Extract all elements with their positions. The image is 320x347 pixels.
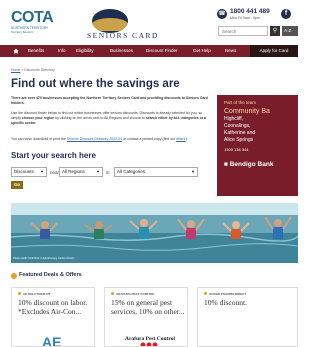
star-icon [11, 273, 17, 279]
chevron-down-icon: ▼ [96, 168, 100, 176]
phone-hours: Mon-Fri 9am - 5pm [230, 16, 260, 20]
in-label: in [106, 170, 110, 175]
deal-business-name: AUSSIE PHARMA DIRECT [204, 292, 246, 296]
breadcrumb-current: Discounts Directory [24, 68, 54, 72]
featured-title: Featured Deals & Offers [19, 272, 82, 278]
seniors-card-logo[interactable] [92, 9, 128, 33]
search-icon: ⚲ [273, 28, 277, 34]
ad-pretitle: Part of the team [224, 100, 256, 105]
cota-logo[interactable]: COTA NORTHERN TERRITORY Territory Senior… [11, 10, 59, 40]
nav-item-businesses[interactable]: Businesses [110, 45, 133, 57]
svg-text:AE: AE [42, 334, 61, 347]
cota-logo-text: COTA [11, 10, 59, 26]
ad-title: Community Ba [224, 108, 270, 115]
az-button[interactable]: A-Z [282, 26, 298, 36]
facebook-icon[interactable]: f [281, 9, 291, 19]
deal-card[interactable]: AE SOLUTIONS NT 10% discount on labor. *… [11, 287, 95, 347]
search-input[interactable] [218, 26, 268, 36]
ad-towns: Highcliff, Coonalings, Katherine and Ali… [224, 116, 255, 144]
directory-link[interactable]: Seniors Discount Directory 2022-23 [67, 137, 122, 141]
deal-card[interactable]: ARAFURA PEST CONTROL 15% on general pest… [104, 287, 188, 347]
main-nav: Benefits Info Eligibility Businesses Dis… [0, 45, 298, 57]
hero-caption: Photo credit: Vicki Rick / Hydrotherapy … [13, 257, 75, 260]
phone-icon: ☎ [217, 9, 227, 19]
home-icon[interactable] [13, 48, 19, 54]
nav-item-info[interactable]: Info [58, 45, 66, 57]
ad-phone: 1300 136 344 [224, 147, 248, 152]
bendigo-bank-ad[interactable]: Part of the team Community Ba Highcliff,… [217, 95, 298, 196]
deal-description: 15% on general pest services, 10% on oth… [111, 298, 187, 316]
search-section-title: Start your search here [11, 151, 96, 160]
deal-description: 10% discount on labor. *Excludes Air-Con… [18, 298, 94, 316]
svg-text:Arafura Pest Control: Arafura Pest Control [125, 336, 175, 342]
intro-text: There are over 470 businesses accepting … [11, 96, 213, 106]
arafura-pest-control-logo: Arafura Pest Control [105, 326, 188, 347]
nav-item-get-help[interactable]: Get Help [193, 45, 211, 57]
ae-solutions-logo: AE [12, 326, 95, 347]
nav-item-eligibility[interactable]: Eligibility [76, 45, 94, 57]
site-header: COTA NORTHERN TERRITORY Territory Senior… [0, 0, 298, 45]
deal-card[interactable]: AUSSIE PHARMA DIRECT 10% discount. [197, 287, 298, 347]
nav-item-benefits[interactable]: Benefits [28, 45, 44, 57]
breadcrumb: Home > Discounts Directory [11, 68, 55, 72]
seniors-card-title: SENIORS CARD [87, 31, 147, 40]
nav-item-news[interactable]: News [225, 45, 236, 57]
apply-for-card-button[interactable]: Apply for Card [250, 45, 298, 57]
cota-logo-sub: Territory Seniors [11, 30, 59, 34]
region-select[interactable]: All Regions▼ [59, 167, 103, 177]
hero-image: Photo credit: Vicki Rick / Hydrotherapy … [11, 203, 298, 263]
category-select[interactable]: All Categories▼ [114, 167, 198, 177]
ad-bank-name: ■ Bendigo Bank [224, 161, 273, 168]
directory-text: You can view, download or print the Seni… [11, 137, 213, 142]
breadcrumb-home[interactable]: Home [11, 68, 20, 72]
deal-business-name: ARAFURA PEST CONTROL [111, 292, 155, 296]
instructions-text: Use the discount finder below to find ou… [11, 111, 213, 126]
near-label: near [50, 170, 59, 175]
search-button[interactable]: ⚲ [270, 26, 280, 36]
nav-item-discount-finder[interactable]: Discount Finder [146, 45, 178, 57]
type-select[interactable]: Discounts▼ [11, 167, 47, 177]
deal-description: 10% discount. [204, 298, 280, 307]
go-button[interactable]: Go [11, 181, 23, 189]
deal-business-name: AE SOLUTIONS NT [18, 292, 50, 296]
phone-number[interactable]: 1800 441 489 [230, 8, 270, 15]
page-title: Find out where the savings are [11, 78, 180, 90]
chevron-down-icon: ▼ [40, 168, 44, 176]
chevron-down-icon: ▼ [191, 168, 195, 176]
where-link[interactable]: where [176, 137, 186, 141]
